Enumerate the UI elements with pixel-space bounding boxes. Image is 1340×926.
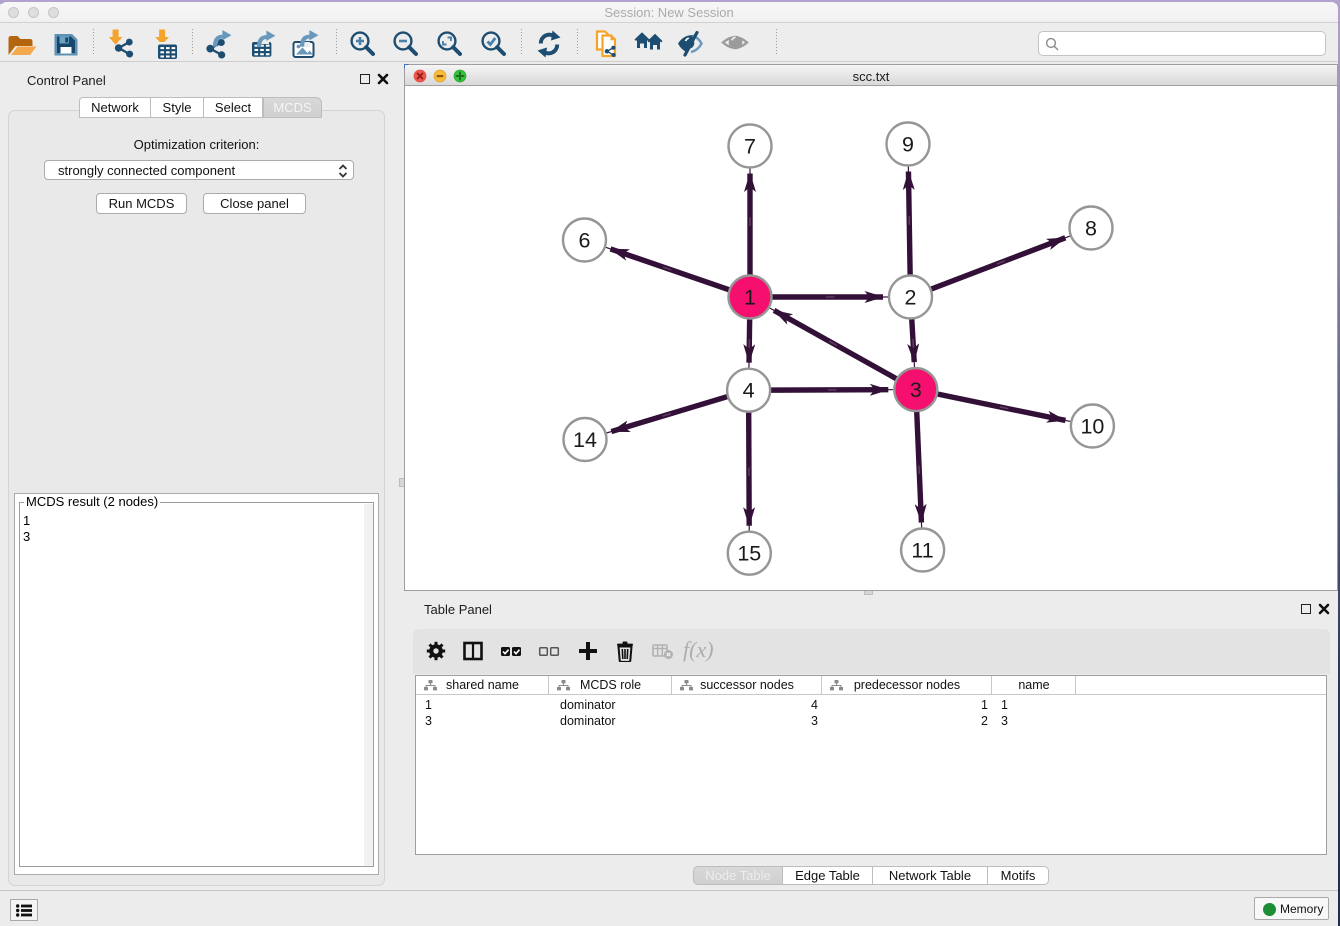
svg-text:1: 1 xyxy=(744,286,756,310)
svg-text:6: 6 xyxy=(579,229,591,253)
svg-text:3: 3 xyxy=(910,378,922,402)
svg-text:2: 2 xyxy=(905,286,917,310)
svg-text:9: 9 xyxy=(902,133,914,157)
svg-text:4: 4 xyxy=(743,379,755,403)
svg-text:15: 15 xyxy=(737,542,761,566)
svg-text:8: 8 xyxy=(1085,217,1097,241)
svg-text:11: 11 xyxy=(911,539,933,563)
svg-text:10: 10 xyxy=(1080,415,1104,439)
svg-text:7: 7 xyxy=(744,135,756,159)
svg-text:14: 14 xyxy=(573,428,597,452)
